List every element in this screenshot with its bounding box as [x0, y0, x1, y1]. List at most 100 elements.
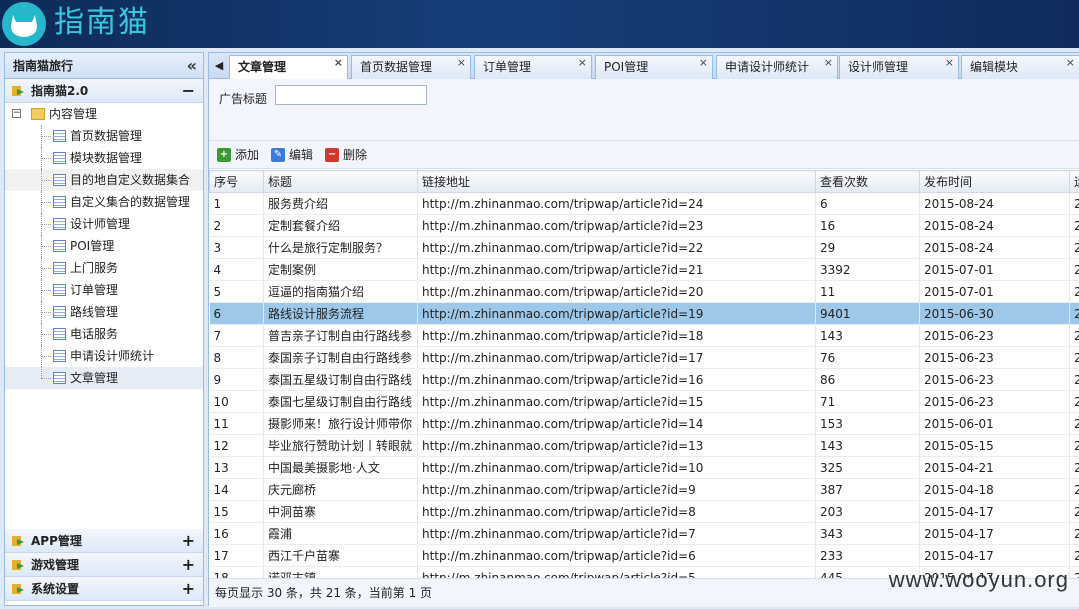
column-header-publish-time[interactable]: 发布时间: [919, 170, 1070, 193]
tree-item-destination-collection[interactable]: 目的地自定义数据集合: [5, 169, 203, 191]
tab-designer-management[interactable]: 设计师管理 ×: [839, 55, 959, 79]
table-row[interactable]: 15 中洞苗寨 http://m.zhinanmao.com/tripwap/art…: [209, 500, 1079, 523]
tree-item-home-service[interactable]: 上门服务: [5, 257, 203, 279]
close-icon[interactable]: ×: [334, 56, 343, 74]
document-icon: [53, 306, 66, 318]
nav-tree: − 内容管理 首页数据管理 模块数据管理 目的地自定义数据集合 自定义集合的数据…: [5, 103, 203, 517]
tab-home-data-management[interactable]: 首页数据管理 ×: [351, 55, 471, 79]
table-cell: 2: [1069, 390, 1079, 413]
tree-root-label: 内容管理: [49, 107, 98, 121]
add-icon: +: [217, 148, 231, 162]
column-header-truncated[interactable]: 运: [1069, 170, 1079, 193]
table-cell: 2015-04-17: [919, 500, 1070, 523]
table-row[interactable]: 7 普吉亲子订制自由行路线参 http://m.zhinanmao.com/trip…: [209, 324, 1079, 347]
column-header-index[interactable]: 序号: [209, 170, 264, 193]
double-chevron-left-icon[interactable]: «: [187, 53, 197, 79]
close-icon[interactable]: ×: [699, 56, 708, 74]
table-cell: 2: [1069, 544, 1079, 567]
accordion-game-management[interactable]: 游戏管理 +: [5, 553, 203, 577]
close-icon[interactable]: ×: [457, 56, 466, 74]
tree-item-article-management[interactable]: 文章管理: [5, 367, 203, 389]
accordion-main-header[interactable]: 指南猫2.0 −: [5, 79, 203, 103]
table-row[interactable]: 16 霞浦 http://m.zhinanmao.com/tripwap/artic…: [209, 522, 1079, 545]
close-icon[interactable]: ×: [578, 56, 587, 74]
tree-item-order-management[interactable]: 订单管理: [5, 279, 203, 301]
table-row[interactable]: 4 定制案例 http://m.zhinanmao.com/tripwap/arti…: [209, 258, 1079, 281]
table-row[interactable]: 3 什么是旅行定制服务？ http://m.zhinanmao.com/tripwa…: [209, 236, 1079, 259]
expand-plus-icon[interactable]: +: [182, 529, 195, 553]
tree-item-phone-service[interactable]: 电话服务: [5, 323, 203, 345]
table-cell: 2: [1069, 434, 1079, 457]
tab-bar: ◀ 文章管理 × 首页数据管理 × 订单管理 × POI管理 × 申请设计师统计 × 设计…: [209, 53, 1079, 80]
table-row[interactable]: 9 泰国五星级订制自由行路线 http://m.zhinanmao.com/trip…: [209, 368, 1079, 391]
table-row[interactable]: 1 服务费介绍 http://m.zhinanmao.com/tripwap/art…: [209, 192, 1079, 215]
table-cell: 387: [815, 478, 920, 501]
tab-poi-management[interactable]: POI管理 ×: [595, 55, 713, 79]
tab-article-management[interactable]: 文章管理 ×: [229, 55, 348, 80]
edit-button[interactable]: ✎ 编辑: [269, 145, 313, 165]
table-row[interactable]: 14 庆元廊桥 http://m.zhinanmao.com/tripwap/art…: [209, 478, 1079, 501]
column-header-link[interactable]: 链接地址: [417, 170, 816, 193]
table-row[interactable]: 6 路线设计服务流程 http://m.zhinanmao.com/tripwap/…: [209, 302, 1079, 325]
tree-item-custom-collection-data[interactable]: 自定义集合的数据管理: [5, 191, 203, 213]
table-row[interactable]: 17 西江千户苗寨 http://m.zhinanmao.com/tripwap/a…: [209, 544, 1079, 567]
collapse-minus-icon[interactable]: −: [182, 79, 195, 103]
table-cell: 2: [1069, 324, 1079, 347]
accordion-app-management[interactable]: APP管理 +: [5, 529, 203, 553]
column-header-views[interactable]: 查看次数: [815, 170, 920, 193]
table-cell: 16: [815, 214, 920, 237]
table-cell: 29: [815, 236, 920, 259]
tree-item-label: 首页数据管理: [70, 129, 143, 143]
close-icon[interactable]: ×: [945, 56, 954, 74]
tree-item-module-data[interactable]: 模块数据管理: [5, 147, 203, 169]
ad-title-input[interactable]: [275, 85, 427, 105]
table-row[interactable]: 12 毕业旅行赞助计划丨转眼就 http://m.zhinanmao.com/tri…: [209, 434, 1079, 457]
table-row[interactable]: 5 逗逼的指南猫介绍 http://m.zhinanmao.com/tripwap/…: [209, 280, 1079, 303]
expand-plus-icon[interactable]: +: [182, 553, 195, 577]
tab-scroll-left-icon[interactable]: ◀: [211, 56, 227, 76]
table-cell: http://m.zhinanmao.com/tripwap/article?i…: [417, 214, 816, 237]
table-row[interactable]: 10 泰国七星级订制自由行路线 http://m.zhinanmao.com/tri…: [209, 390, 1079, 413]
table-cell: 2015-04-21: [919, 456, 1070, 479]
delete-button[interactable]: − 删除: [323, 145, 367, 165]
tree-root-content[interactable]: − 内容管理: [5, 103, 203, 125]
table-cell: 4: [209, 258, 264, 281]
tab-order-management[interactable]: 订单管理 ×: [474, 55, 592, 79]
tab-designer-application-stats[interactable]: 申请设计师统计 ×: [716, 55, 838, 79]
table-cell: 143: [815, 324, 920, 347]
table-cell: 2: [1069, 522, 1079, 545]
tree-item-label: 订单管理: [70, 283, 119, 297]
table-row[interactable]: 2 定制套餐介绍 http://m.zhinanmao.com/tripwap/ar…: [209, 214, 1079, 237]
table-cell: 17: [209, 544, 264, 567]
accordion-system-settings[interactable]: 系统设置 +: [5, 577, 203, 601]
add-button[interactable]: + 添加: [215, 145, 259, 165]
tree-item-designer-application-stats[interactable]: 申请设计师统计: [5, 345, 203, 367]
close-icon[interactable]: ×: [824, 56, 833, 74]
table-cell: 6: [815, 192, 920, 215]
tree-item-route-management[interactable]: 路线管理: [5, 301, 203, 323]
tree-collapse-icon[interactable]: −: [12, 109, 21, 118]
table-cell: 8: [209, 346, 264, 369]
table-cell: 5: [209, 280, 264, 303]
tab-label: 申请设计师统计: [725, 60, 810, 74]
table-row[interactable]: 8 泰国亲子订制自由行路线参 http://m.zhinanmao.com/trip…: [209, 346, 1079, 369]
tree-item-home-data[interactable]: 首页数据管理: [5, 125, 203, 147]
table-cell: 泰国五星级订制自由行路线: [263, 368, 418, 391]
table-row[interactable]: 13 中国最美摄影地·人文 http://m.zhinanmao.com/tripw…: [209, 456, 1079, 479]
tree-item-designer-management[interactable]: 设计师管理: [5, 213, 203, 235]
table-cell: 中国最美摄影地·人文: [263, 456, 418, 479]
tree-item-poi-management[interactable]: POI管理: [5, 235, 203, 257]
table-row[interactable]: 11 摄影师来！旅行设计师带你 http://m.zhinanmao.com/tri…: [209, 412, 1079, 435]
tab-edit-module[interactable]: 编辑模块 ×: [961, 55, 1079, 79]
document-icon: [53, 218, 66, 230]
expand-plus-icon[interactable]: +: [182, 577, 195, 601]
close-icon[interactable]: ×: [1066, 56, 1075, 74]
table-cell: 86: [815, 368, 920, 391]
table-cell: 2015-04-17: [919, 544, 1070, 567]
table-cell: 16: [209, 522, 264, 545]
table-cell: 2: [1069, 302, 1079, 325]
table-cell: 2015-08-24: [919, 214, 1070, 237]
column-header-title[interactable]: 标题: [263, 170, 418, 193]
table-cell: 泰国亲子订制自由行路线参: [263, 346, 418, 369]
delete-button-label: 删除: [343, 148, 368, 162]
